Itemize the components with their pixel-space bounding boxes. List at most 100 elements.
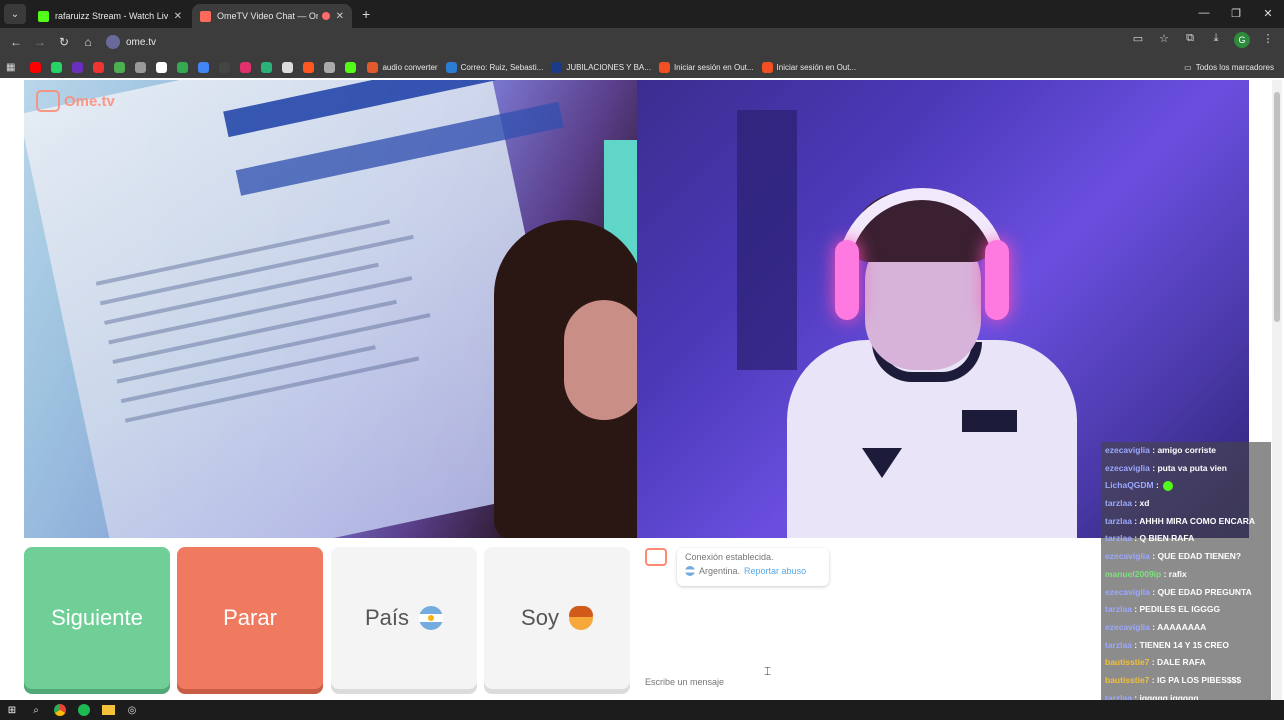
partner-country: Argentina. (699, 566, 741, 576)
ometv-favicon-icon (200, 10, 211, 22)
chat-message-text: IG PA LOS PIBES$$$ (1156, 674, 1242, 685)
stranger-video: Ome.tv (24, 80, 637, 538)
windows-taskbar: ⊞ ⌕ ◎ (0, 700, 1284, 720)
bookmark-jubilaciones[interactable]: JUBILACIONES Y BA... (551, 61, 651, 73)
chat-message-text: amigo corriste (1157, 445, 1217, 455)
close-window-icon[interactable]: ✕ (1252, 0, 1284, 26)
bookmark-correo[interactable]: Correo: Ruiz, Sebasti... (445, 61, 543, 73)
tab-ometv[interactable]: OmeTV Video Chat — Ome ✕ (192, 4, 352, 28)
tab-title: OmeTV Video Chat — Ome (217, 11, 318, 21)
bookmark-favicon-icon[interactable] (240, 61, 252, 73)
stop-button[interactable]: Parar (177, 547, 323, 689)
bookmark-outlook-2[interactable]: Iniciar sesión en Out... (761, 61, 856, 73)
next-button[interactable]: Siguiente (24, 547, 170, 689)
windows-start-icon[interactable]: ⊞ (4, 702, 20, 718)
chat-username: bautisstie7 (1105, 657, 1150, 668)
obs-icon[interactable]: ◎ (124, 702, 140, 718)
address-bar-row: ← → ↻ ⌂ ome.tv ▭ ☆ ⧉ ⤓ G ⋮ (0, 28, 1284, 56)
stream-chat-message: tarzlaa : TIENEN 14 Y 15 CREO (1101, 637, 1271, 655)
restore-icon[interactable]: ❐ (1220, 0, 1252, 26)
boy-emoji-icon (568, 606, 593, 630)
chat-message-text: PEDILES EL IGGGG (1139, 604, 1221, 615)
tab-search-button[interactable]: ⌄ (4, 4, 26, 24)
chat-message-text: xd (1139, 498, 1150, 509)
scrollbar-thumb[interactable] (1274, 92, 1280, 322)
message-input[interactable] (645, 675, 1085, 689)
reload-icon[interactable]: ↻ (52, 30, 76, 54)
ometv-watermark-logo: Ome.tv (36, 90, 115, 112)
bookmark-audio-converter[interactable]: audio converter (367, 61, 438, 73)
argentina-flag-icon (685, 566, 695, 576)
bookmark-favicon-icon (367, 61, 379, 73)
forward-icon[interactable]: → (28, 30, 52, 54)
stream-chat-message: bautisstie7 : DALE RAFA (1101, 654, 1271, 672)
bookmark-favicon-icon[interactable] (93, 61, 105, 73)
bookmark-favicon-icon[interactable] (135, 61, 147, 73)
bookmark-favicon-icon[interactable] (219, 61, 231, 73)
back-icon[interactable]: ← (4, 30, 28, 54)
bookmark-favicon-icon[interactable] (345, 61, 357, 73)
cast-icon[interactable]: ▭ (1130, 32, 1146, 48)
country-select-button[interactable]: País (331, 547, 477, 689)
chat-username: tarzlaa (1105, 639, 1132, 650)
menu-kebab-icon[interactable]: ⋮ (1260, 32, 1276, 48)
stream-chat-message: manuel2009ip : rafix (1101, 566, 1271, 584)
url-text: ome.tv (126, 36, 157, 48)
chat-panel: Conexión establecida. Argentina. Reporta… (637, 540, 1102, 692)
spotify-icon[interactable] (76, 702, 92, 718)
file-explorer-icon[interactable] (100, 702, 116, 718)
bookmark-favicon-icon[interactable] (30, 61, 42, 73)
page-scrollbar[interactable] (1272, 80, 1282, 700)
bookmark-favicon-icon[interactable] (303, 61, 315, 73)
chat-username: LichaQGDM (1105, 480, 1154, 491)
chat-message-text: AAAAAAAA (1157, 621, 1207, 632)
chat-username: tarzlaa (1105, 498, 1132, 509)
report-abuse-link[interactable]: Reportar abuso (744, 566, 806, 576)
bookmark-favicon-icon (658, 61, 670, 73)
bookmark-favicon-icon (551, 61, 563, 73)
minimize-icon[interactable]: — (1188, 0, 1220, 26)
profile-avatar[interactable]: G (1234, 32, 1250, 48)
bookmark-favicon-icon[interactable] (324, 61, 336, 73)
bookmark-favicon-icon[interactable] (51, 61, 63, 73)
extensions-icon[interactable]: ⧉ (1182, 32, 1198, 48)
bookmark-star-icon[interactable]: ☆ (1156, 32, 1172, 48)
new-tab-button[interactable]: + (362, 6, 370, 22)
tab-bar: ⌄ rafaruizz Stream - Watch Live o ✕ OmeT… (0, 0, 1284, 28)
kick-emote-icon (1163, 481, 1174, 492)
bookmarks-bar: ▦ audio converter Correo: Ruiz, Sebasti.… (0, 56, 1284, 78)
bookmark-outlook-1[interactable]: Iniciar sesión en Out... (658, 61, 754, 73)
close-tab-icon[interactable]: ✕ (174, 11, 182, 22)
chat-username: bautisstie7 (1105, 674, 1150, 685)
chat-username: tarzlaa (1105, 533, 1132, 544)
search-icon[interactable]: ⌕ (28, 702, 44, 718)
tab-kick-stream[interactable]: rafaruizz Stream - Watch Live o ✕ (30, 4, 190, 28)
bookmark-favicon-icon[interactable] (114, 61, 126, 73)
chat-username: manuel2009ip (1105, 568, 1162, 579)
chat-message-text: QUE EDAD PREGUNTA (1157, 586, 1252, 597)
chat-message-text: DALE RAFA (1156, 657, 1206, 668)
bookmark-favicon-icon[interactable] (282, 61, 294, 73)
stream-chat-message: tarzlaa : AHHH MIRA COMO ENCARA (1101, 513, 1271, 531)
apps-grid-icon[interactable]: ▦ (6, 62, 15, 73)
chat-username: tarzlaa (1105, 515, 1132, 526)
url-input[interactable]: ome.tv (106, 31, 1106, 53)
chat-username: ezecaviglia (1105, 462, 1150, 473)
bookmark-favicon-icon (445, 61, 457, 73)
all-bookmarks-button[interactable]: ▭ Todos los marcadores (1184, 63, 1274, 72)
download-icon[interactable]: ⤓ (1208, 32, 1224, 48)
site-info-icon[interactable] (106, 35, 120, 49)
close-tab-icon[interactable]: ✕ (336, 11, 344, 22)
bookmark-favicon-icon[interactable] (261, 61, 273, 73)
bookmark-favicon-icon[interactable] (177, 61, 189, 73)
home-icon[interactable]: ⌂ (76, 30, 100, 54)
chat-username: ezecaviglia (1105, 586, 1150, 597)
bookmark-favicon-icon[interactable] (156, 61, 168, 73)
chrome-icon[interactable] (52, 702, 68, 718)
bookmark-favicon-icon[interactable] (198, 61, 210, 73)
connection-status: Conexión establecida. (685, 552, 774, 562)
bookmark-favicon-icon[interactable] (72, 61, 84, 73)
ometv-logo-icon (36, 90, 60, 112)
gender-select-button[interactable]: Soy (484, 547, 630, 689)
argentina-flag-icon (419, 606, 444, 630)
